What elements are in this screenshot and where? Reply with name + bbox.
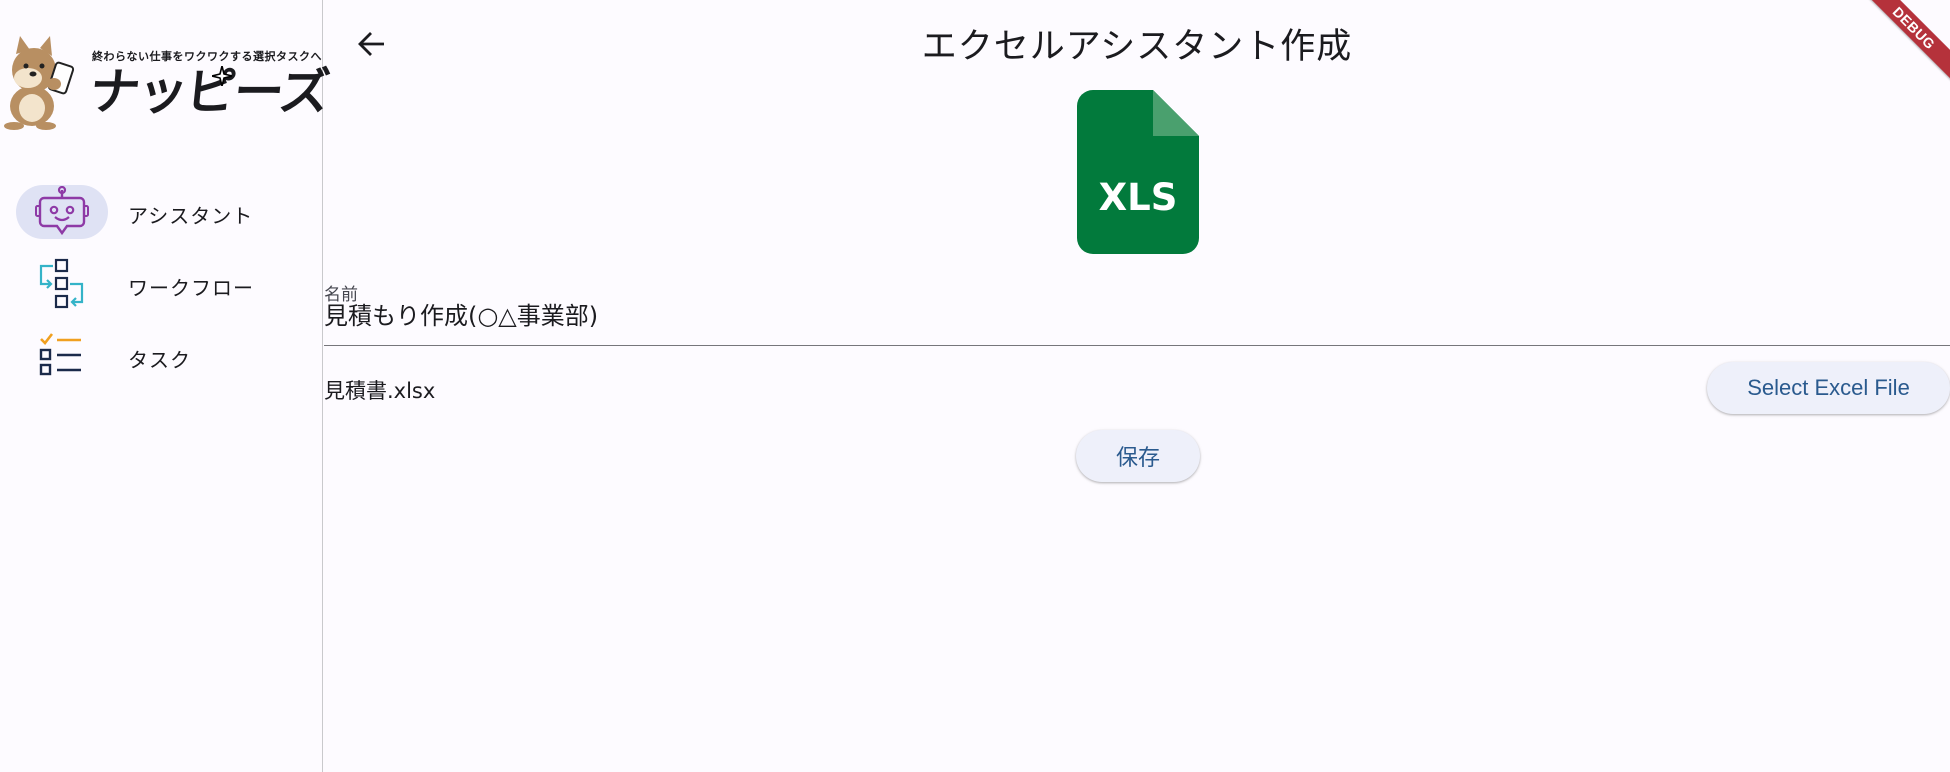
sidebar-item-label: タスク: [128, 348, 191, 372]
nav-indicator: [16, 185, 108, 239]
logo-brand-name: ナッピーズ: [86, 63, 331, 121]
sidebar-nav: アシスタント ワークフロー タスク: [0, 180, 323, 396]
app-logo: 終わらない仕事をワクワクする選択タスクへ ナッピーズ: [0, 30, 331, 130]
xls-file-icon: XLS: [1077, 90, 1199, 254]
name-input[interactable]: [324, 296, 1924, 330]
workflow-icon: [39, 258, 84, 309]
sidebar-item-label: ワークフロー: [128, 276, 254, 300]
sidebar-item-workflow[interactable]: ワークフロー: [0, 252, 323, 324]
main-content: エクセルアシスタント作成 XLS 名前 見積書.xlsx Select Exce…: [324, 0, 1950, 772]
sparkle-icon: [212, 66, 232, 86]
select-excel-file-button[interactable]: Select Excel File: [1707, 362, 1950, 414]
task-list-icon: [39, 333, 81, 376]
sidebar: 終わらない仕事をワクワクする選択タスクへ ナッピーズ アシスタント ワークフロー…: [0, 0, 331, 772]
save-button[interactable]: 保存: [1076, 430, 1200, 482]
app-window: 終わらない仕事をワクワクする選択タスクへ ナッピーズ アシスタント ワークフロー…: [0, 0, 1950, 772]
nav-indicator: [16, 257, 108, 311]
robot-icon: [35, 186, 89, 236]
file-icon-label: XLS: [1099, 176, 1178, 219]
page-title: エクセルアシスタント作成: [921, 27, 1353, 67]
selected-file-name: 見積書.xlsx: [324, 379, 436, 403]
name-field[interactable]: 名前: [324, 276, 1950, 346]
sidebar-item-assistant[interactable]: アシスタント: [0, 180, 323, 252]
sidebar-item-task[interactable]: タスク: [0, 324, 323, 396]
nav-indicator: [16, 329, 108, 383]
sidebar-item-label: アシスタント: [128, 204, 254, 228]
dog-mascot-icon: [4, 36, 75, 130]
